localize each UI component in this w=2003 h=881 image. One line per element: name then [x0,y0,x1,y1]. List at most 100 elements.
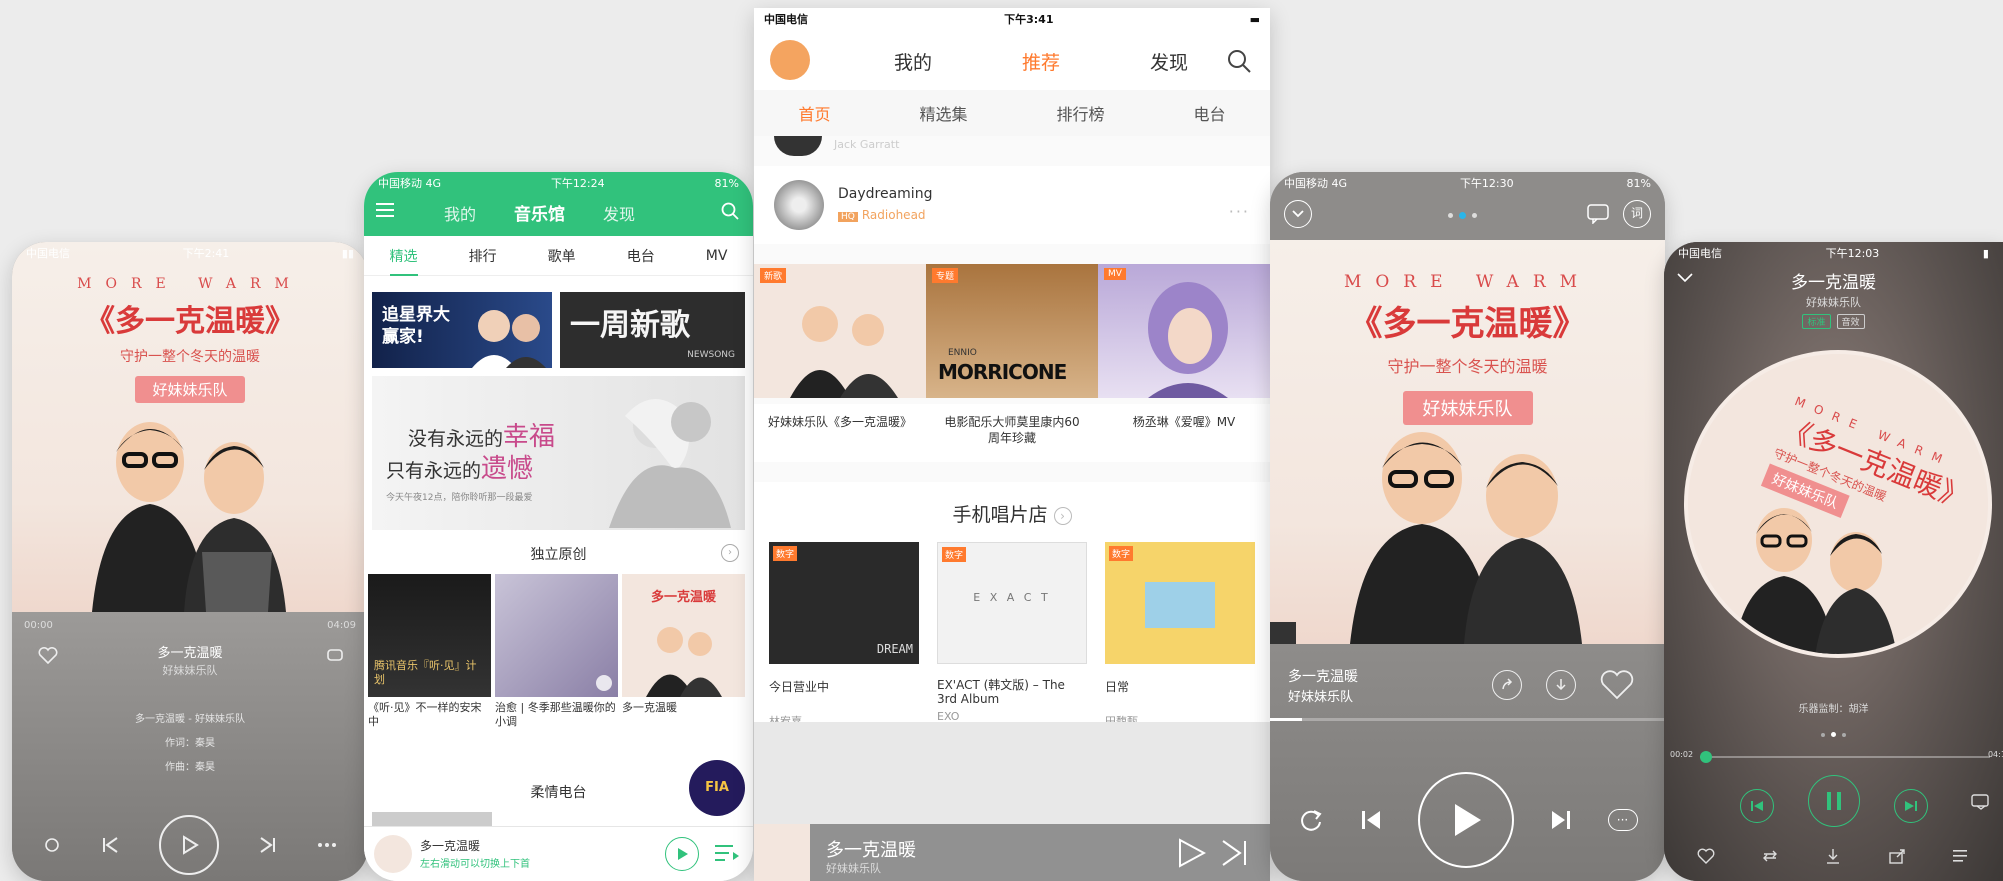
status-time: 下午3:41 [1004,13,1054,26]
previous-icon [1750,800,1763,811]
play-button[interactable] [1417,772,1514,868]
play-icon [182,835,199,855]
lyric-line: 作曲：秦昊 [165,762,215,773]
mini-player[interactable]: 多一克温暖 左右滑动可以切换上下首 [364,826,753,881]
menu-icon[interactable] [1952,848,1970,864]
lyrics-button[interactable]: 词 [1623,200,1651,228]
radio-thumb[interactable] [372,812,492,826]
repeat-icon[interactable] [43,836,61,854]
previous-icon[interactable] [1359,808,1383,832]
album-cover: 数字 [1105,542,1255,664]
download-icon[interactable] [1824,848,1842,864]
feature-card-image[interactable]: 专题 ENNIO MORRICONE [926,264,1098,398]
previous-button[interactable] [1739,788,1774,823]
mini-player[interactable]: 多一克温暖 好妹妹乐队 [754,824,1270,881]
album-disc: MORE WARM 《多一克温暖》 守护一整个冬天的温暖 好妹妹乐队 [1684,350,1992,658]
indie-card[interactable]: 多一克温暖 多一克温暖 [622,574,745,715]
status-battery: 81% [714,176,739,190]
album-title: 日常 [1105,680,1130,694]
pause-icon [1826,792,1841,810]
tab-home[interactable]: 首页 [798,101,830,125]
comment-icon[interactable] [1587,204,1609,224]
chevron-right-icon[interactable]: › [721,544,739,562]
promo-banner[interactable]: 没有永远的幸福 只有永远的遗憾 今天午夜12点，陪你聆听那一段最爱 [372,376,745,530]
section-indie-title: 独立原创 [530,547,587,563]
banner-left[interactable]: 追星界大赢家! [372,292,552,368]
next-icon[interactable] [1220,838,1250,868]
repeat-icon[interactable] [1761,848,1779,864]
album-card[interactable]: 数字 DREAM 今日营业中 林宥嘉 [769,542,919,729]
repeat-icon[interactable] [1298,807,1324,833]
progress-knob[interactable] [1699,751,1712,763]
next-icon[interactable] [258,835,278,855]
song-artist-name: Radiohead [861,208,926,222]
more-icon[interactable]: ··· [1229,202,1250,221]
indie-cover: 多一克温暖 [622,574,745,697]
mini-play-button[interactable] [665,837,699,871]
tab-playlist[interactable]: 歌单 [548,246,576,266]
pause-button[interactable] [1807,775,1860,827]
playlist-icon[interactable] [1971,794,1991,810]
tab-mv[interactable]: MV [706,248,728,264]
share-button[interactable] [1492,670,1522,700]
song-row[interactable]: Daydreaming HQ Radiohead ··· [754,166,1270,244]
page-dot-active [1459,212,1466,219]
search-icon[interactable] [721,202,739,220]
progress-track[interactable] [1699,751,1990,763]
play-icon[interactable] [596,675,612,691]
card-caption[interactable]: 电影配乐大师莫里康内60周年珍藏 [926,414,1098,446]
status-time: 下午12:03 [1825,247,1880,260]
status-bar: 中国电信 下午12:03 ▮ [1664,242,2003,264]
card-caption[interactable]: 好妹妹乐队《多一克温暖》 [754,414,926,430]
banner-right-en: NEWSONG [687,350,735,360]
tab-selections[interactable]: 精选集 [919,101,967,125]
banner-right[interactable]: 一周新歌 NEWSONG [560,292,745,368]
song-title: 多一克温暖 [1288,669,1358,685]
download-button[interactable] [1546,670,1576,700]
more-icon[interactable] [317,842,337,848]
tab-ranking[interactable]: 排行 [469,246,497,266]
next-button[interactable] [1893,788,1928,823]
progress-track[interactable] [1270,718,1665,721]
chevron-right-icon[interactable]: › [1053,506,1072,525]
indie-card[interactable]: 腾讯音乐『听·见』计划 《听·见》不一样的安宋中 [368,574,491,729]
airplay-icon[interactable] [1270,622,1296,644]
play-icon[interactable] [1176,838,1206,868]
collapse-button[interactable] [1284,200,1312,228]
menu-icon[interactable] [376,202,396,218]
avatar[interactable] [770,40,810,80]
album-card[interactable]: 数字 E X A C T EX'ACT (韩文版) – The 3rd Albu… [937,542,1087,723]
nav-discover[interactable]: 发现 [1150,48,1188,75]
nav-mine[interactable]: 我的 [444,201,476,225]
share-icon[interactable] [326,646,344,664]
tab-featured[interactable]: 精选 [389,236,418,276]
share-icon[interactable] [1888,848,1906,864]
tab-radio[interactable]: 电台 [1193,101,1225,125]
nav-music-hall[interactable]: 音乐馆 [514,200,565,225]
more-icon[interactable]: ··· [1607,809,1638,831]
heart-icon[interactable] [1697,848,1715,864]
battery-icon: ▮▮ [341,246,354,260]
player-controls-area: 00:00 04:09 多一克温暖 好妹妹乐队 多一克温暖 - 好妹妹乐队 作词… [12,612,368,881]
playlist-icon[interactable] [715,843,739,863]
tab-radio[interactable]: 电台 [627,246,655,266]
search-icon[interactable] [1226,48,1252,74]
fm-badge[interactable]: FIA [689,760,745,816]
nav-discover[interactable]: 发现 [603,201,635,225]
time-end: 04:12 [1987,750,2003,759]
nav-mine[interactable]: 我的 [894,48,932,75]
card-caption[interactable]: 杨丞琳《爱喔》MV [1098,414,1270,430]
album-card[interactable]: 数字 日常 田馥甄 [1105,542,1255,729]
play-button[interactable] [158,815,219,875]
next-icon[interactable] [1549,808,1573,832]
effect-button[interactable]: 音效 [1836,314,1865,329]
nav-recommend[interactable]: 推荐 [1022,48,1060,75]
previous-icon[interactable] [100,835,120,855]
indie-card[interactable]: 治愈 | 冬季那些温暖你的小调 [495,574,618,729]
tab-charts[interactable]: 排行榜 [1056,101,1104,125]
heart-icon[interactable] [1600,670,1634,700]
feature-card-image[interactable]: 新歌 [754,264,926,398]
quality-button[interactable]: 标准 [1802,314,1831,329]
quality-row: 标准 音效 [1664,314,2003,329]
feature-card-image[interactable]: MV [1098,264,1270,398]
